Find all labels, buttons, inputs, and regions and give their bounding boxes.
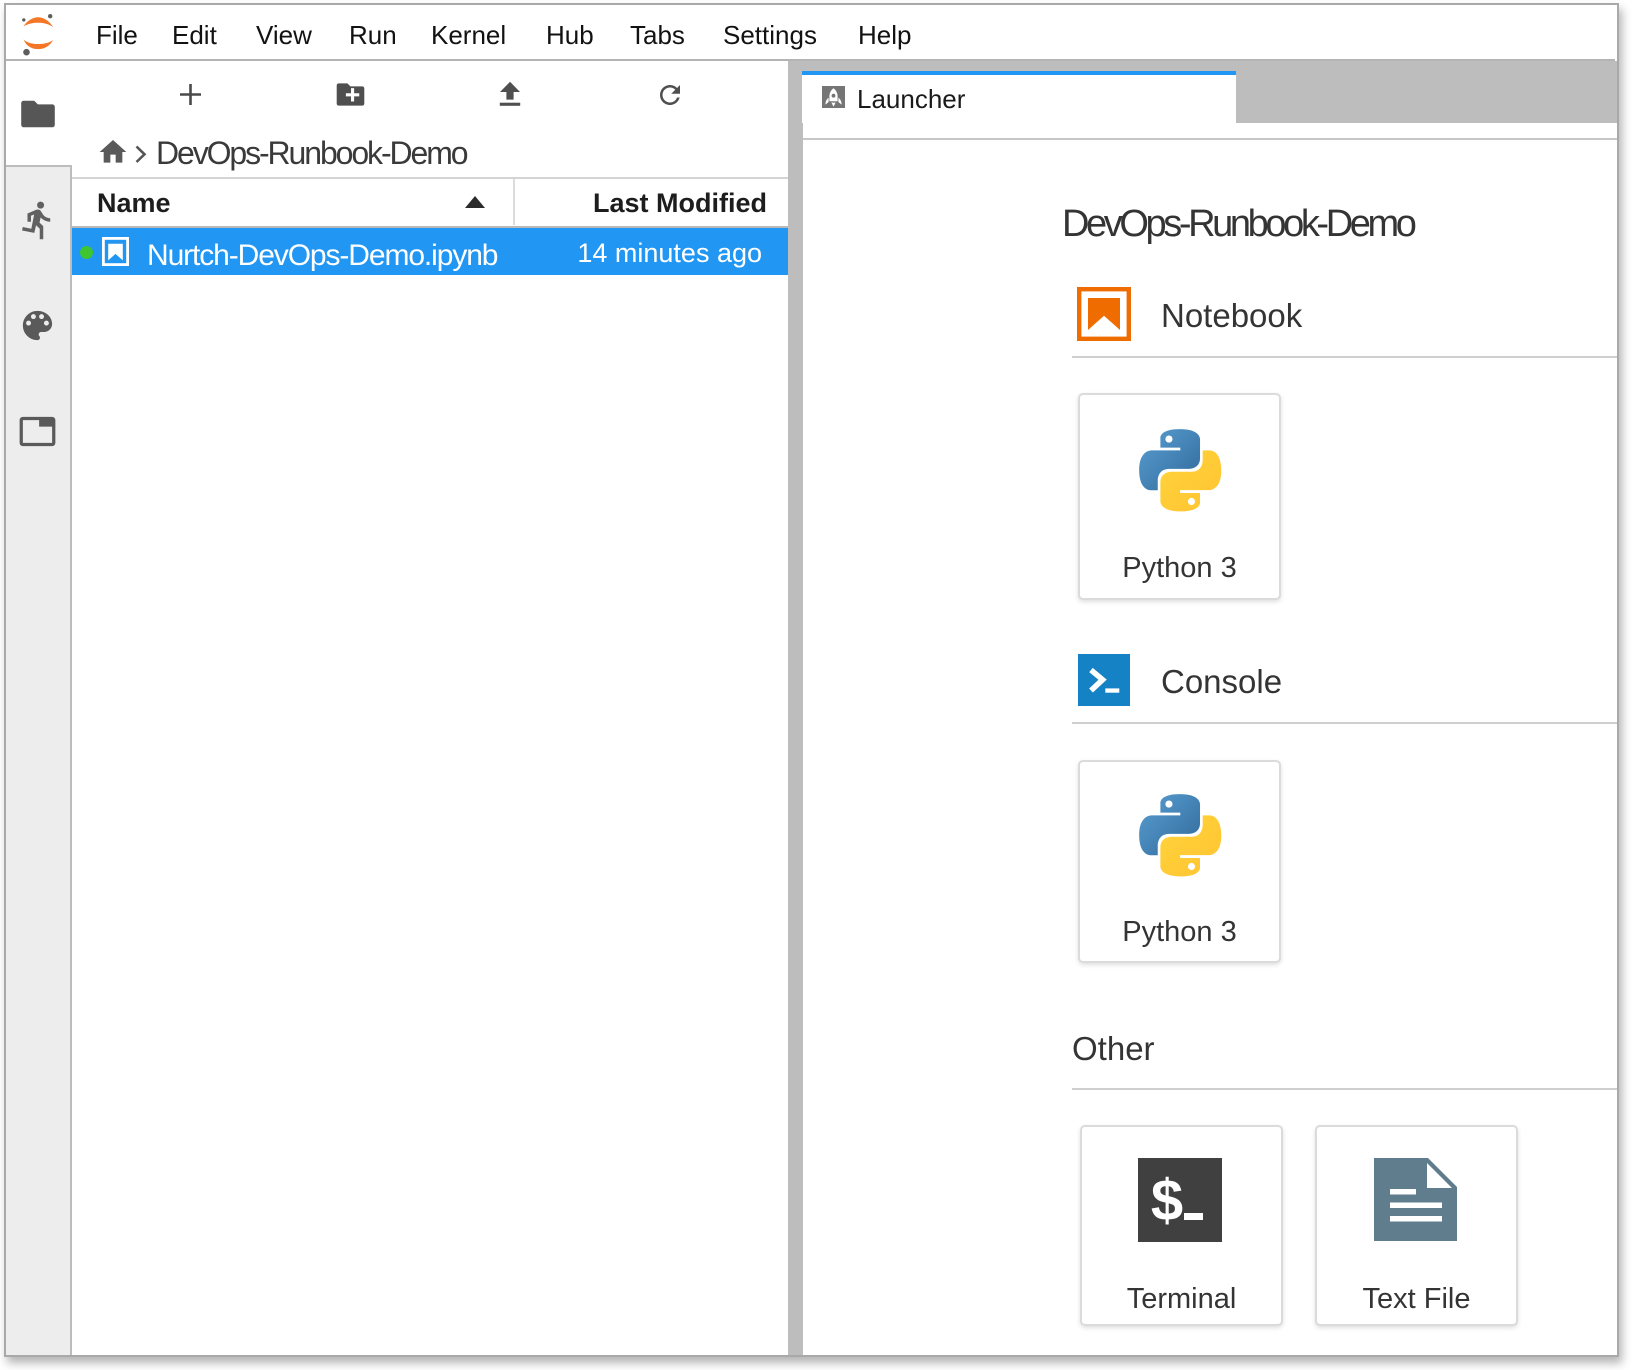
- svg-text:$: $: [1151, 1168, 1183, 1233]
